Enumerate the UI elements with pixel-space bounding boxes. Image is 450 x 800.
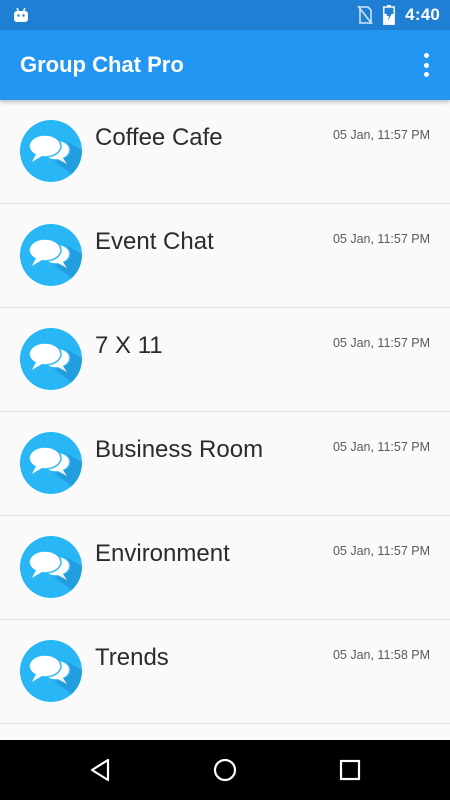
back-icon[interactable] <box>86 755 116 785</box>
chat-row[interactable]: Business Room 05 Jan, 11:57 PM <box>0 412 450 516</box>
more-vert-icon[interactable] <box>422 53 430 77</box>
chat-name: Event Chat <box>95 228 214 255</box>
battery-charging-icon <box>383 5 396 25</box>
chat-row[interactable]: Event Chat 05 Jan, 11:57 PM <box>0 204 450 308</box>
chat-row[interactable]: Trends 05 Jan, 11:58 PM <box>0 620 450 724</box>
chat-name: Business Room <box>95 436 264 463</box>
chat-name: Trends <box>95 644 169 671</box>
chat-bubbles-icon <box>20 640 82 702</box>
chat-row[interactable]: 7 X 11 05 Jan, 11:57 PM <box>0 308 450 412</box>
menu-dot <box>423 72 429 77</box>
chat-timestamp: 05 Jan, 11:57 PM <box>332 440 430 454</box>
chat-name: Environment <box>95 540 230 567</box>
chat-row[interactable]: Coffee Cafe 05 Jan, 11:57 PM <box>0 100 450 204</box>
app-title: Group Chat Pro <box>20 52 184 77</box>
navigation-bar <box>0 740 450 800</box>
chat-timestamp: 05 Jan, 11:57 PM <box>332 128 430 142</box>
chat-name: 7 X 11 <box>95 332 163 359</box>
no-sim-icon <box>357 5 373 25</box>
home-icon[interactable] <box>210 755 240 785</box>
app-bar: Group Chat Pro <box>0 30 450 100</box>
menu-dot <box>423 53 429 58</box>
chat-timestamp: 05 Jan, 11:57 PM <box>332 232 430 246</box>
recents-icon[interactable] <box>335 755 365 785</box>
chat-list[interactable]: Coffee Cafe 05 Jan, 11:57 PM Event Chat … <box>0 100 450 740</box>
chat-row[interactable]: Environment 05 Jan, 11:57 PM <box>0 516 450 620</box>
chat-bubbles-icon <box>20 328 82 390</box>
status-bar: 4:40 <box>0 0 450 30</box>
chat-bubbles-icon <box>20 432 82 494</box>
android-icon <box>14 7 28 22</box>
chat-bubbles-icon <box>20 224 82 286</box>
chat-name: Coffee Cafe <box>95 124 223 151</box>
status-time: 4:40 <box>405 5 440 24</box>
chat-timestamp: 05 Jan, 11:57 PM <box>332 336 430 350</box>
chat-timestamp: 05 Jan, 11:57 PM <box>332 544 430 558</box>
chat-bubbles-icon <box>20 120 82 182</box>
menu-dot <box>423 62 429 68</box>
chat-bubbles-icon <box>20 536 82 598</box>
chat-timestamp: 05 Jan, 11:58 PM <box>332 648 430 662</box>
